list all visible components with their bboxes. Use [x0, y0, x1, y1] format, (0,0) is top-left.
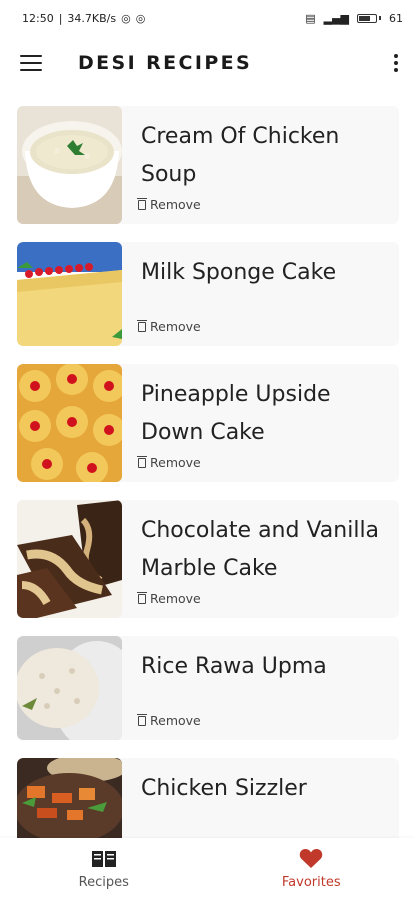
nav-recipes[interactable]: Recipes	[0, 838, 208, 900]
more-vertical-icon[interactable]	[391, 54, 401, 72]
app-title: DESI RECIPES	[78, 52, 253, 74]
remove-button[interactable]: Remove	[137, 197, 201, 212]
recipe-title[interactable]: Milk Sponge Cake	[141, 254, 391, 292]
network-speed: 34.7KB/s	[67, 11, 117, 25]
remove-button[interactable]: Remove	[137, 319, 201, 334]
recipe-thumbnail-soup	[17, 106, 122, 224]
recipe-thumbnail-marble-cake	[17, 500, 122, 618]
whatsapp-icon: ◎	[121, 11, 131, 25]
favorites-list: Cream Of Chicken Soup Remove Milk Sponge…	[17, 106, 399, 880]
signal-icon: ▂▄▆	[323, 11, 349, 25]
trash-icon	[137, 713, 147, 726]
hamburger-menu-icon[interactable]	[20, 55, 42, 71]
recipe-title[interactable]: Rice Rawa Upma	[141, 648, 391, 686]
nav-recipes-label: Recipes	[78, 874, 129, 890]
recipe-thumbnail-pineapple-cake	[17, 364, 122, 482]
recipe-title[interactable]: Chocolate and Vanilla Marble Cake	[141, 512, 391, 588]
recipe-thumbnail-rice-upma	[17, 636, 122, 740]
recipe-card[interactable]: Cream Of Chicken Soup Remove	[17, 106, 399, 224]
app-bar: DESI RECIPES	[0, 36, 415, 90]
remove-button[interactable]: Remove	[137, 591, 201, 606]
recipe-card[interactable]: Pineapple Upside Down Cake Remove	[17, 364, 399, 482]
recipe-card[interactable]: Rice Rawa Upma Remove	[17, 636, 399, 740]
nav-favorites[interactable]: Favorites	[208, 838, 415, 900]
book-icon	[91, 850, 116, 867]
bottom-navigation: Recipes Favorites	[0, 838, 415, 900]
trash-icon	[137, 319, 147, 332]
recipe-thumbnail-sponge-cake	[17, 242, 122, 346]
recipe-card[interactable]: Chocolate and Vanilla Marble Cake Remove	[17, 500, 399, 618]
trash-icon	[137, 455, 147, 468]
status-time: 12:50	[22, 11, 54, 25]
sim-icon: ▤	[305, 11, 316, 25]
remove-button[interactable]: Remove	[137, 455, 201, 470]
battery-icon	[357, 13, 381, 23]
recipe-title[interactable]: Chicken Sizzler	[141, 770, 391, 808]
remove-button[interactable]: Remove	[137, 713, 201, 728]
notification-icon: ◎	[135, 11, 146, 25]
status-bar: 12:50 | 34.7KB/s ◎ ◎ ▤ ▂▄▆ 61	[22, 11, 403, 25]
recipe-card[interactable]: Milk Sponge Cake Remove	[17, 242, 399, 346]
trash-icon	[137, 591, 147, 604]
trash-icon	[137, 197, 147, 210]
recipe-title[interactable]: Pineapple Upside Down Cake	[141, 376, 391, 452]
recipe-title[interactable]: Cream Of Chicken Soup	[141, 118, 391, 194]
battery-level: 61	[389, 11, 403, 25]
nav-favorites-label: Favorites	[281, 875, 341, 890]
heart-icon	[300, 849, 323, 868]
